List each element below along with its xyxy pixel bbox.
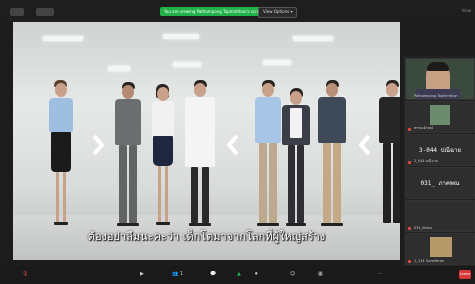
top-bar: You are viewing Pathompong Taphimthon's … xyxy=(0,0,475,22)
person-4 xyxy=(183,80,217,230)
share-screen-icon[interactable]: ▲ xyxy=(237,270,241,279)
video-icon[interactable]: ▶ xyxy=(140,270,144,279)
people-icon: 👥 xyxy=(172,271,179,277)
ceiling-light xyxy=(263,60,291,65)
ceiling-light xyxy=(43,36,83,41)
ceiling-light xyxy=(163,34,199,39)
person-2 xyxy=(113,82,143,230)
participant-tile[interactable]: Pathompong Taphimthon xyxy=(405,58,475,100)
participant-tile[interactable]: พรรณจักษณ์ xyxy=(405,101,475,133)
person-1 xyxy=(47,80,75,230)
person-3 xyxy=(149,84,177,230)
participant-display-name: 3-044 ปณีฉาย xyxy=(418,147,462,154)
participant-display-name: 031_ ภาคพณ xyxy=(420,180,460,187)
record-icon[interactable]: ⏺ xyxy=(255,270,258,279)
participant-name: พรรณจักษณ์ xyxy=(414,126,434,130)
view-button[interactable]: View xyxy=(462,8,472,13)
person-8 xyxy=(379,80,400,230)
mic-muted-icon xyxy=(408,128,411,131)
reactions-icon[interactable]: ☺ xyxy=(290,270,295,279)
participant-name: Pathompong Taphimthon xyxy=(414,94,458,98)
participant-tile[interactable]: 031_ ภาคพณ xyxy=(405,167,475,199)
person-5 xyxy=(253,80,283,230)
screen-share-banner: You are viewing Pathompong Taphimthon's … xyxy=(160,7,269,16)
view-options-button[interactable]: View Options ▾ xyxy=(258,7,298,18)
video-subtitle: ต้องอย่าลืมนะคะว่า เด็กโตมาจากโลกที่ผู้ใ… xyxy=(87,230,326,243)
window-button-1[interactable] xyxy=(10,8,24,16)
chevron-left-icon xyxy=(226,134,239,156)
ceiling-light xyxy=(108,66,130,71)
participant-name: 031_Ketcu xyxy=(414,226,433,230)
chevron-right-icon xyxy=(92,134,105,156)
more-icon[interactable]: ⋯ xyxy=(378,270,383,279)
participants-count: 1 xyxy=(179,271,184,277)
shared-screen: ต้องอย่าลืมนะคะว่า เด็กโตมาจากโลกที่ผู้ใ… xyxy=(13,22,400,260)
leave-button[interactable]: Leave xyxy=(459,270,471,279)
mic-muted-icon xyxy=(408,227,411,230)
chevron-left-icon xyxy=(358,134,371,156)
participant-video xyxy=(430,105,450,125)
participant-gallery: Pathompong Taphimthon พรรณจักษณ์ 3-044 ป… xyxy=(403,56,475,266)
mic-icon[interactable]: 🎙 xyxy=(22,270,28,279)
person-7 xyxy=(317,80,347,230)
participant-hair xyxy=(427,62,449,71)
mic-muted-icon xyxy=(408,260,411,263)
ceiling-light xyxy=(293,36,333,41)
apps-icon[interactable]: ▦ xyxy=(318,270,323,279)
participant-name: 1_114 Sunethran xyxy=(414,259,444,263)
participant-tile[interactable]: 031_Ketcu xyxy=(405,200,475,232)
mic-muted-icon xyxy=(408,161,411,164)
participant-name: 2_044 มณีฉาย xyxy=(414,159,438,163)
ceiling-light xyxy=(173,62,201,67)
participant-video xyxy=(430,237,452,257)
chat-icon[interactable]: 💬 xyxy=(210,270,216,279)
participant-tile[interactable]: 1_114 Sunethran xyxy=(405,233,475,265)
person-6 xyxy=(281,88,311,230)
participants-icon[interactable]: 👥 1 xyxy=(172,270,183,279)
participant-tile[interactable]: 3-044 ปณีฉาย 2_044 มณีฉาย xyxy=(405,134,475,166)
window-button-2[interactable] xyxy=(36,8,54,16)
meeting-toolbar: 🎙 ▶ 👥 1 💬 ▲ ⏺ ☺ ▦ ⋯ Leave xyxy=(0,266,475,284)
